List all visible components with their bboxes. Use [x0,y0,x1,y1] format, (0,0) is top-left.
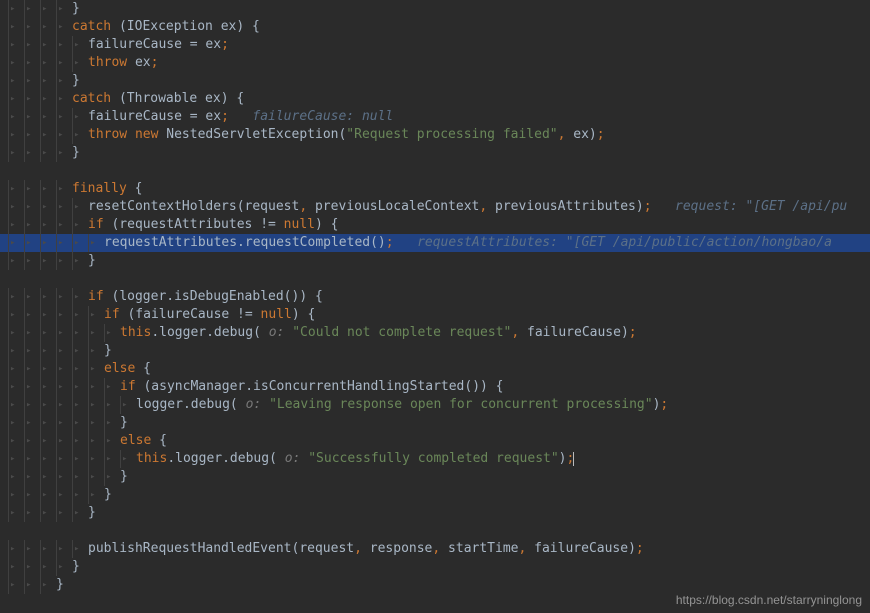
code-line[interactable]: else { [0,432,870,450]
code-content[interactable]: throw ex; [88,54,158,72]
text-cursor [573,452,574,466]
indent-guides [8,450,136,468]
indent-guides [8,432,120,450]
code-line[interactable]: if (asyncManager.isConcurrentHandlingSta… [0,378,870,396]
code-line[interactable]: } [0,144,870,162]
code-content[interactable]: if (asyncManager.isConcurrentHandlingSta… [120,378,504,396]
code-content[interactable]: } [104,486,112,504]
code-line[interactable]: else { [0,360,870,378]
code-line[interactable]: } [0,468,870,486]
code-line[interactable]: } [0,486,870,504]
indent-guides [8,360,104,378]
code-content[interactable]: catch (Throwable ex) { [72,90,244,108]
code-line[interactable]: failureCause = ex; failureCause: null [0,108,870,126]
code-line[interactable]: this.logger.debug( o: "Could not complet… [0,324,870,342]
indent-guides [8,504,88,522]
code-line[interactable]: throw ex; [0,54,870,72]
code-line[interactable]: throw new NestedServletException("Reques… [0,126,870,144]
code-line[interactable] [0,522,870,540]
code-line[interactable]: } [0,342,870,360]
indent-guides [8,396,136,414]
code-content[interactable]: } [88,252,96,270]
indent-guides [8,288,88,306]
indent-guides [8,108,88,126]
indent-guides [8,18,72,36]
indent-guides [8,378,120,396]
code-content[interactable]: if (failureCause != null) { [104,306,315,324]
code-content[interactable]: } [72,558,80,576]
code-content[interactable]: finally { [72,180,142,198]
code-content[interactable]: failureCause = ex; [88,36,229,54]
code-line[interactable]: failureCause = ex; [0,36,870,54]
code-content[interactable]: } [88,504,96,522]
indent-guides [8,36,88,54]
code-content[interactable]: } [72,144,80,162]
code-content[interactable]: } [120,468,128,486]
code-content[interactable]: resetContextHolders(request, previousLoc… [88,198,847,216]
code-line[interactable]: logger.debug( o: "Leaving response open … [0,396,870,414]
code-line[interactable]: if (requestAttributes != null) { [0,216,870,234]
indent-guides [8,324,120,342]
code-content[interactable]: catch (IOException ex) { [72,18,260,36]
indent-guides [8,558,72,576]
code-line[interactable]: this.logger.debug( o: "Successfully comp… [0,450,870,468]
code-content[interactable]: this.logger.debug( o: "Successfully comp… [136,450,574,468]
indent-guides [8,198,88,216]
code-content[interactable]: } [72,0,80,18]
code-line[interactable]: } [0,0,870,18]
code-line[interactable]: if (failureCause != null) { [0,306,870,324]
code-line[interactable]: } [0,252,870,270]
indent-guides [8,72,72,90]
indent-guides [8,468,120,486]
code-line[interactable] [0,162,870,180]
indent-guides [8,540,88,558]
code-content[interactable]: failureCause = ex; failureCause: null [88,108,393,126]
code-line[interactable]: } [0,72,870,90]
indent-guides [8,342,104,360]
indent-guides [8,144,72,162]
code-line[interactable]: } [0,558,870,576]
indent-guides [8,576,56,594]
code-content[interactable]: if (requestAttributes != null) { [88,216,338,234]
indent-guides [8,0,72,18]
code-line[interactable]: finally { [0,180,870,198]
code-line[interactable]: publishRequestHandledEvent(request, resp… [0,540,870,558]
indent-guides [8,90,72,108]
code-line[interactable]: if (logger.isDebugEnabled()) { [0,288,870,306]
code-content[interactable]: } [56,576,64,594]
indent-guides [8,414,120,432]
code-content[interactable]: } [120,414,128,432]
code-content[interactable]: publishRequestHandledEvent(request, resp… [88,540,644,558]
indent-guides [8,180,72,198]
code-content[interactable]: this.logger.debug( o: "Could not complet… [120,324,637,342]
code-line[interactable]: catch (IOException ex) { [0,18,870,36]
indent-guides [8,486,104,504]
code-content[interactable]: logger.debug( o: "Leaving response open … [136,396,668,414]
code-content[interactable]: } [104,342,112,360]
indent-guides [8,252,88,270]
code-content[interactable]: else { [104,360,151,378]
code-line[interactable]: requestAttributes.requestCompleted(); re… [0,234,870,252]
code-line[interactable]: } [0,414,870,432]
indent-guides [8,126,88,144]
code-line[interactable]: resetContextHolders(request, previousLoc… [0,198,870,216]
code-line[interactable]: } [0,504,870,522]
indent-guides [8,306,104,324]
watermark-text: https://blog.csdn.net/starryninglong [676,591,862,609]
code-line[interactable] [0,270,870,288]
code-content[interactable]: else { [120,432,167,450]
indent-guides [8,216,88,234]
code-content[interactable]: } [72,72,80,90]
code-content[interactable]: throw new NestedServletException("Reques… [88,126,605,144]
code-line[interactable]: catch (Throwable ex) { [0,90,870,108]
code-content[interactable]: requestAttributes.requestCompleted(); re… [104,234,832,252]
indent-guides [8,234,104,252]
code-content[interactable]: if (logger.isDebugEnabled()) { [88,288,323,306]
indent-guides [8,54,88,72]
code-editor[interactable]: }catch (IOException ex) {failureCause = … [0,0,870,613]
